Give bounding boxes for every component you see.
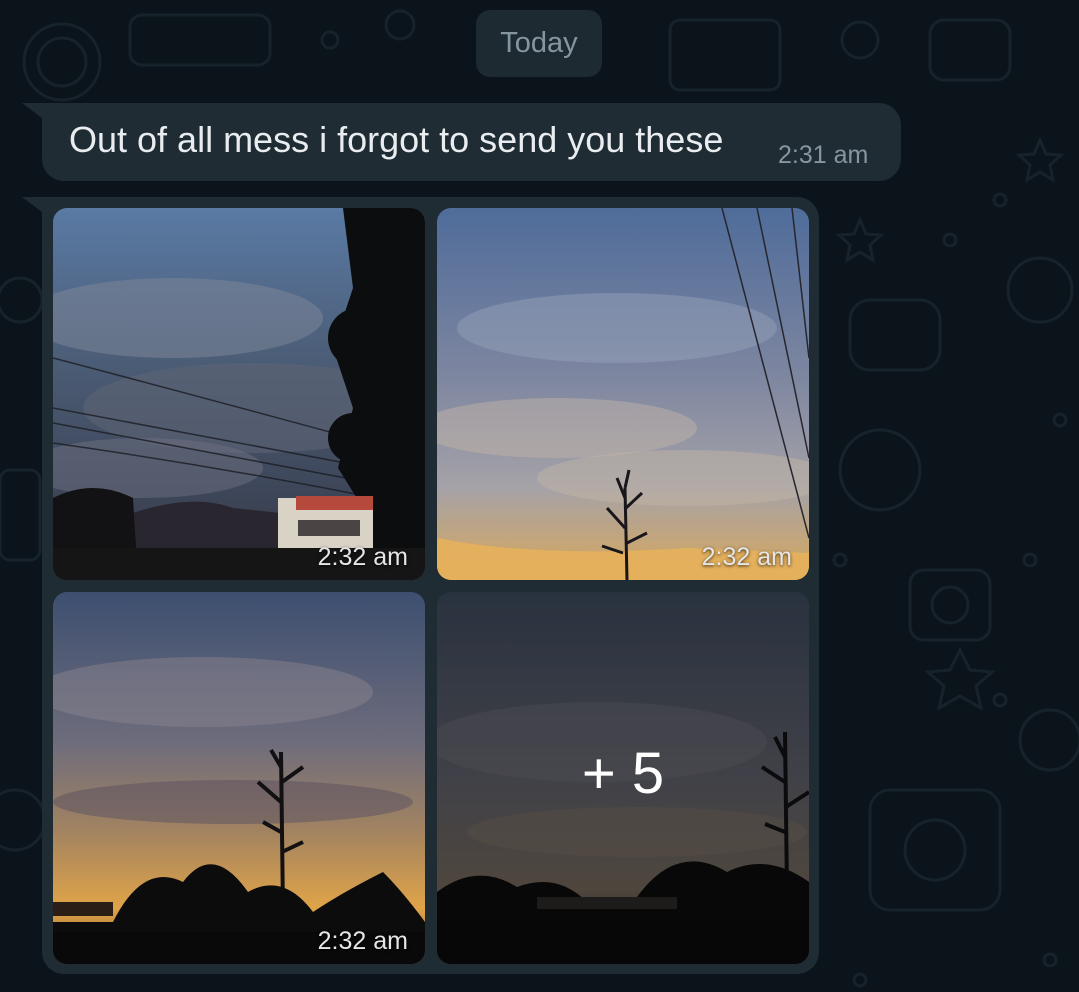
- sunset-photo: [53, 208, 425, 580]
- more-photos-count: + 5: [581, 741, 665, 806]
- incoming-message[interactable]: Out of all mess i forgot to send you the…: [42, 103, 901, 181]
- album-photo-3[interactable]: 2:32 am: [53, 592, 425, 964]
- photo-timestamp: 2:32 am: [701, 543, 792, 571]
- sunset-photo: [53, 592, 425, 964]
- album-photo-1[interactable]: 2:32 am: [53, 208, 425, 580]
- photo-album-message: 2:32 am 2:32 am 2:32 am + 5: [42, 197, 819, 974]
- album-photo-more[interactable]: + 5: [437, 592, 809, 964]
- photo-timestamp: 2:32 am: [317, 543, 408, 571]
- date-separator: Today: [476, 10, 602, 77]
- album-photo-2[interactable]: 2:32 am: [437, 208, 809, 580]
- photo-timestamp: 2:32 am: [317, 927, 408, 955]
- message-text: Out of all mess i forgot to send you the…: [69, 119, 724, 160]
- message-timestamp: 2:31 am: [778, 141, 869, 169]
- sunset-photo: [437, 208, 809, 580]
